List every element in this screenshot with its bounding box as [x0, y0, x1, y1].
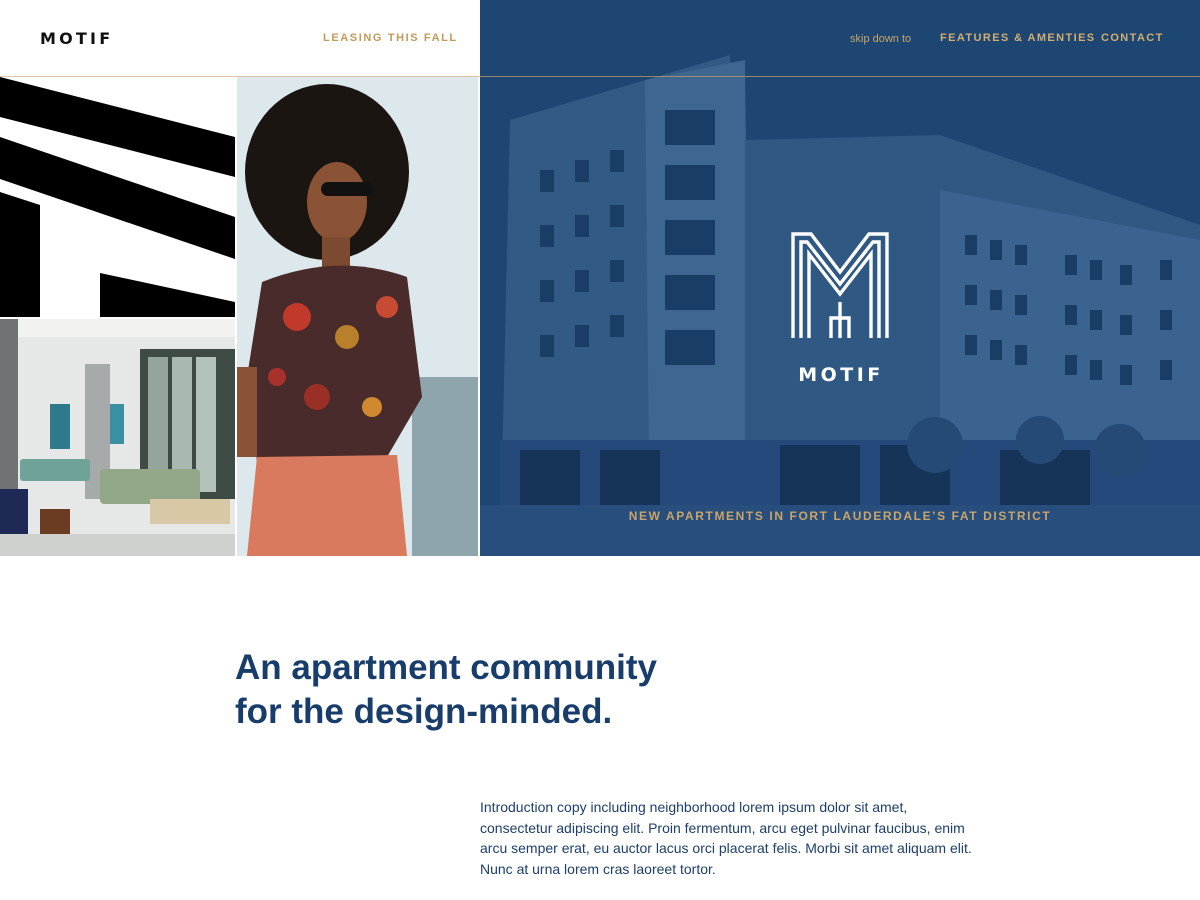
hero-banner: skip down to FEATURES & AMENTIES CONTACT…	[480, 0, 1200, 556]
hero-logo-wordmark: MOTIF	[798, 364, 884, 386]
hero-tagline: NEW APARTMENTS IN FORT LAUDERDALE’S FAT …	[628, 509, 1052, 523]
nav-contact-link[interactable]: CONTACT	[1101, 32, 1164, 44]
motif-m-monogram-icon	[791, 232, 889, 338]
intro-headline: An apartment community for the design-mi…	[235, 646, 755, 734]
brand-wordmark[interactable]: MOTIF	[40, 29, 113, 48]
skip-down-label: skip down to	[850, 33, 912, 45]
headline-line-1: An apartment community	[235, 648, 657, 687]
lounge-interior-photo	[0, 319, 235, 556]
headline-line-2: for the design-minded.	[235, 692, 613, 731]
nav-features-link[interactable]: FEATURES & AMENTIES	[940, 32, 1096, 44]
intro-body-copy: Introduction copy including neighborhood…	[480, 799, 972, 877]
diagonal-stripes-graphic	[0, 77, 235, 317]
model-portrait-photo	[237, 77, 478, 556]
header-divider-hero	[480, 76, 1200, 77]
pattern-graphic-tile	[0, 77, 235, 317]
leasing-this-fall-link[interactable]: LEASING THIS FALL	[323, 32, 458, 44]
